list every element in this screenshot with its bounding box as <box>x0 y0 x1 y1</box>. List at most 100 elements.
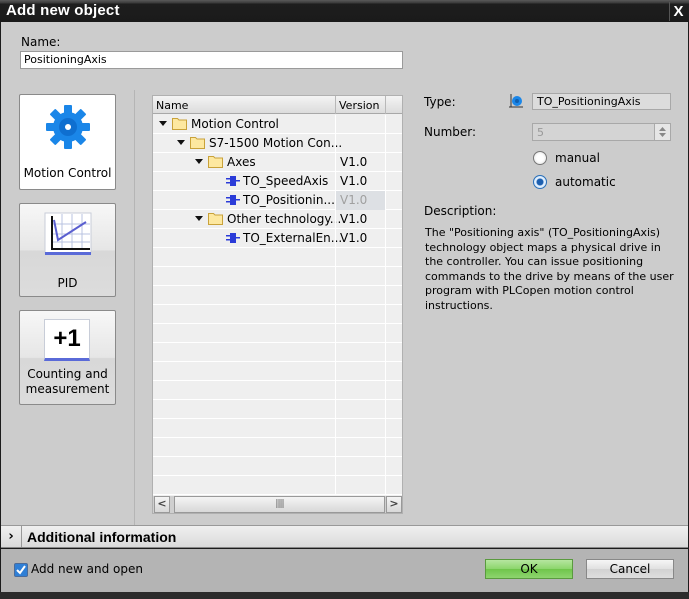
tree-row-label: Motion Control <box>191 117 279 131</box>
empty-cell <box>335 476 385 495</box>
empty-cell <box>385 305 402 324</box>
empty-cell <box>335 438 385 457</box>
expand-arrow-icon[interactable] <box>159 121 167 126</box>
empty-tree-row <box>153 457 402 476</box>
add-new-and-open-checkbox[interactable] <box>14 563 28 577</box>
additional-information-section[interactable]: › Additional information <box>1 525 688 548</box>
empty-cell <box>385 438 402 457</box>
radio-automatic[interactable] <box>533 175 547 189</box>
tree-row-label: TO_ExternalEn... <box>243 231 343 245</box>
empty-cell <box>385 400 402 419</box>
tree-row[interactable]: TO_Positionin... V1.0 <box>153 191 402 210</box>
positioning-axis-icon <box>509 94 523 108</box>
category-label: Motion Control <box>23 166 112 180</box>
empty-tree-row <box>153 476 402 495</box>
tree-row[interactable]: TO_ExternalEn... V1.0 <box>153 229 402 248</box>
window-bottom-border <box>0 592 689 599</box>
number-spinner[interactable] <box>654 124 670 140</box>
name-input[interactable]: PositioningAxis <box>20 51 403 69</box>
spin-arrows-icon <box>659 127 666 137</box>
column-header-name[interactable]: Name <box>156 99 188 112</box>
column-header-version[interactable]: Version <box>335 96 385 114</box>
scroll-right-button[interactable]: > <box>386 496 402 513</box>
empty-cell <box>385 419 402 438</box>
tree-row[interactable]: S7-1500 Motion Con... <box>153 134 402 153</box>
tree-row-label: Axes <box>227 155 256 169</box>
radio-manual-label[interactable]: manual <box>555 151 600 165</box>
empty-cell <box>335 286 385 305</box>
tree-header: Name Version <box>153 96 402 114</box>
empty-cell <box>385 362 402 381</box>
tree-row-filler <box>385 172 402 191</box>
number-label: Number: <box>424 125 477 139</box>
ok-button[interactable]: OK <box>485 559 573 579</box>
type-label: Type: <box>424 95 456 109</box>
empty-cell <box>385 457 402 476</box>
empty-tree-row <box>153 381 402 400</box>
folder-icon <box>172 118 187 130</box>
empty-tree-row <box>153 248 402 267</box>
description-label: Description: <box>424 204 497 218</box>
number-value: 5 <box>537 126 544 139</box>
type-field: TO_PositioningAxis <box>532 93 671 110</box>
cancel-button[interactable]: Cancel <box>586 559 674 579</box>
empty-cell <box>385 248 402 267</box>
object-tree: Name Version Motion Control S7-1500 Motio… <box>152 95 403 514</box>
tree-row-filler <box>385 210 402 229</box>
add-new-and-open-label[interactable]: Add new and open <box>31 562 143 576</box>
expand-arrow-icon[interactable] <box>195 159 203 164</box>
empty-tree-row <box>153 438 402 457</box>
category-pid-button[interactable]: PID <box>19 203 116 297</box>
tree-row-version: V1.0 <box>335 229 385 248</box>
expand-arrow-icon[interactable] <box>177 140 185 145</box>
empty-cell <box>385 381 402 400</box>
gear-icon <box>45 105 90 149</box>
chevron-right-icon[interactable]: › <box>1 526 22 547</box>
close-button[interactable]: X <box>669 2 687 21</box>
category-motion-control-button[interactable]: Motion Control <box>19 94 116 190</box>
empty-tree-row <box>153 267 402 286</box>
empty-cell <box>385 476 402 495</box>
category-label: Counting and measurement <box>25 367 110 396</box>
radio-automatic-label[interactable]: automatic <box>555 175 616 189</box>
empty-cell <box>335 457 385 476</box>
scroll-thumb[interactable]: |||| <box>174 496 385 513</box>
tree-row-version: V1.0 <box>335 210 385 229</box>
window-title: Add new object <box>6 2 120 19</box>
empty-cell <box>335 267 385 286</box>
pid-chart-icon <box>44 212 91 255</box>
empty-cell <box>335 362 385 381</box>
expand-arrow-icon[interactable] <box>195 216 203 221</box>
technology-object-icon <box>226 195 240 205</box>
separator <box>134 90 135 525</box>
plus-one-icon: +1 <box>44 319 90 361</box>
empty-tree-row <box>153 400 402 419</box>
dialog-footer: Add new and open OK Cancel <box>1 549 688 592</box>
category-counting-button[interactable]: +1 Counting and measurement <box>19 310 116 405</box>
technology-object-icon <box>226 233 240 243</box>
empty-cell <box>335 343 385 362</box>
category-label: PID <box>57 276 78 290</box>
empty-tree-row <box>153 362 402 381</box>
tree-row[interactable]: TO_SpeedAxis V1.0 <box>153 172 402 191</box>
folder-icon <box>190 137 205 149</box>
empty-tree-row <box>153 324 402 343</box>
checkmark-icon <box>16 565 26 575</box>
additional-information-label[interactable]: Additional information <box>27 529 176 545</box>
tree-row-version: V1.0 <box>335 172 385 191</box>
tree-row[interactable]: Motion Control <box>153 115 402 134</box>
tree-row[interactable]: Other technology... V1.0 <box>153 210 402 229</box>
empty-cell <box>335 248 385 267</box>
tree-row[interactable]: Axes V1.0 <box>153 153 402 172</box>
empty-tree-row <box>153 419 402 438</box>
tree-row-version: V1.0 <box>335 153 385 172</box>
empty-tree-row <box>153 343 402 362</box>
radio-manual[interactable] <box>533 151 547 165</box>
scroll-left-button[interactable]: < <box>154 496 170 513</box>
empty-tree-row <box>153 286 402 305</box>
folder-icon <box>208 213 223 225</box>
horizontal-scrollbar[interactable]: < |||| > <box>153 496 402 513</box>
description-text: The "Positioning axis" (TO_PositioningAx… <box>425 226 674 312</box>
number-field[interactable]: 5 <box>532 123 671 141</box>
tree-row-version <box>335 134 385 153</box>
